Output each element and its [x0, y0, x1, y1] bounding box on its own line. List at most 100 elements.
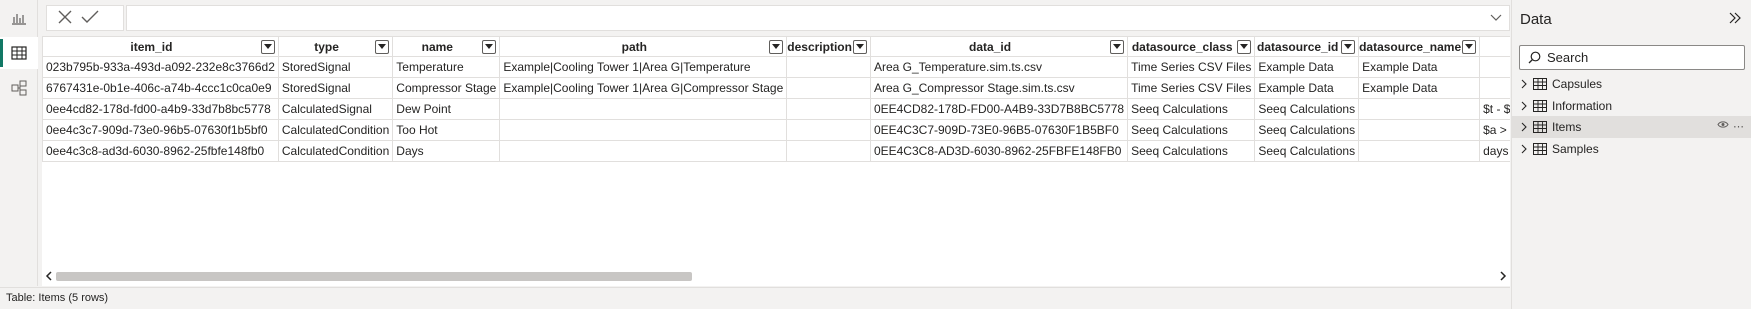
- table-cell[interactable]: CalculatedCondition: [277, 140, 394, 162]
- field-list-item-items[interactable]: Items ⋯: [1512, 116, 1751, 138]
- table-cell[interactable]: Time Series CSV Files: [1127, 77, 1256, 99]
- table-cell[interactable]: [1358, 119, 1481, 141]
- data-pane: Data Capsules Information Items ⋯ Samples: [1511, 0, 1751, 309]
- table-cell[interactable]: [1479, 56, 1510, 78]
- table-cell[interactable]: Temperature: [392, 56, 501, 78]
- column-header[interactable]: name: [392, 36, 501, 57]
- scroll-right-icon[interactable]: [1498, 270, 1508, 285]
- table-cell[interactable]: 0ee4c3c7-909d-73e0-96b5-07630f1b5bf0: [42, 119, 279, 141]
- table-cell[interactable]: CalculatedSignal: [277, 98, 394, 120]
- scrollbar-thumb[interactable]: [56, 272, 692, 281]
- table-cell[interactable]: Seeq Calculations: [1254, 98, 1360, 120]
- table-cell[interactable]: Area G_Compressor Stage.sim.ts.csv: [869, 77, 1129, 99]
- table-cell[interactable]: Days: [392, 140, 501, 162]
- table-cell[interactable]: [786, 98, 871, 120]
- table-cell[interactable]: Example|Cooling Tower 1|Area G|Temperatu…: [499, 56, 788, 78]
- field-list-item-capsules[interactable]: Capsules: [1512, 73, 1751, 95]
- table-cell[interactable]: [786, 56, 871, 78]
- visibility-eye-icon[interactable]: [1717, 120, 1729, 133]
- table-cell[interactable]: 0ee4c3c8-ad3d-6030-8962-25fbfe148fb0: [42, 140, 279, 162]
- table-cell[interactable]: Seeq Calculations: [1254, 119, 1360, 141]
- table-cell[interactable]: Time Series CSV Files: [1127, 56, 1256, 78]
- table-cell[interactable]: Example Data: [1254, 77, 1360, 99]
- column-header[interactable]: datasource_name: [1358, 36, 1481, 57]
- data-grid: item_id type name path description data_id dat…: [42, 36, 1510, 286]
- table-cell[interactable]: Example Data: [1254, 56, 1360, 78]
- horizontal-scrollbar[interactable]: [42, 268, 1510, 284]
- table-cell[interactable]: [1479, 77, 1510, 99]
- table-cell[interactable]: Example Data: [1358, 56, 1481, 78]
- filter-dropdown-icon[interactable]: [1237, 40, 1252, 54]
- table-cell[interactable]: 0EE4C3C8-AD3D-6030-8962-25FBFE148FB0: [869, 140, 1129, 162]
- filter-dropdown-icon[interactable]: [852, 40, 867, 54]
- table-cell[interactable]: [499, 140, 788, 162]
- chevron-right-icon[interactable]: [1515, 101, 1533, 111]
- filter-dropdown-icon[interactable]: [1462, 40, 1477, 54]
- table-cell[interactable]: $t - $: [1479, 98, 1510, 120]
- table-cell[interactable]: Seeq Calculations: [1127, 140, 1256, 162]
- table-cell[interactable]: Example Data: [1358, 77, 1481, 99]
- table-cell[interactable]: Seeq Calculations: [1254, 140, 1360, 162]
- table-cell[interactable]: Too Hot: [392, 119, 501, 141]
- table-icon: [1533, 143, 1547, 155]
- column-header[interactable]: datasource_id: [1254, 36, 1360, 57]
- column-header[interactable]: item_id: [42, 36, 279, 57]
- filter-dropdown-icon[interactable]: [1341, 40, 1356, 54]
- table-cell[interactable]: days: [1479, 140, 1510, 162]
- filter-dropdown-icon[interactable]: [1110, 40, 1125, 54]
- table-cell[interactable]: 0ee4cd82-178d-fd00-a4b9-33d7b8bc5778: [42, 98, 279, 120]
- table-cell[interactable]: Dew Point: [392, 98, 501, 120]
- commit-check-icon[interactable]: [81, 9, 99, 28]
- table-cell[interactable]: 0EE4C3C7-909D-73E0-96B5-07630F1B5BF0: [869, 119, 1129, 141]
- column-header[interactable]: [1479, 36, 1510, 57]
- search-input[interactable]: [1547, 50, 1737, 65]
- formula-input[interactable]: [126, 5, 1510, 31]
- table-cell[interactable]: Seeq Calculations: [1127, 119, 1256, 141]
- more-options-icon[interactable]: ⋯: [1733, 120, 1744, 133]
- table-cell[interactable]: 023b795b-933a-493d-a092-232e8c3766d2: [42, 56, 279, 78]
- filter-dropdown-icon[interactable]: [769, 40, 784, 54]
- table-cell[interactable]: [1358, 140, 1481, 162]
- table-cell[interactable]: [786, 119, 871, 141]
- table-cell[interactable]: CalculatedCondition: [277, 119, 394, 141]
- column-header[interactable]: description: [786, 36, 871, 57]
- column-header[interactable]: data_id: [869, 36, 1129, 57]
- column-header-label: path: [621, 39, 647, 54]
- field-list-item-information[interactable]: Information: [1512, 95, 1751, 117]
- scroll-left-icon[interactable]: [44, 270, 54, 285]
- table-cell[interactable]: Seeq Calculations: [1127, 98, 1256, 120]
- cancel-icon[interactable]: [57, 9, 73, 28]
- filter-dropdown-icon[interactable]: [375, 40, 390, 54]
- table-cell[interactable]: 6767431e-0b1e-406c-a74b-4ccc1c0ca0e9: [42, 77, 279, 99]
- table-cell[interactable]: [499, 119, 788, 141]
- column-header[interactable]: datasource_class: [1127, 36, 1256, 57]
- table-cell[interactable]: [786, 140, 871, 162]
- table-view-button[interactable]: [0, 37, 38, 69]
- table-cell[interactable]: [499, 98, 788, 120]
- table-cell[interactable]: [786, 77, 871, 99]
- table-cell[interactable]: StoredSignal: [277, 56, 394, 78]
- table-cell[interactable]: Example|Cooling Tower 1|Area G|Compresso…: [499, 77, 788, 99]
- chevron-right-icon[interactable]: [1515, 144, 1533, 154]
- model-view-button[interactable]: [0, 72, 38, 104]
- table-cell[interactable]: $a >: [1479, 119, 1510, 141]
- column-header-label: type: [314, 39, 339, 54]
- chevron-right-icon[interactable]: [1515, 122, 1533, 132]
- column-header[interactable]: path: [499, 36, 788, 57]
- report-view-button[interactable]: [0, 2, 38, 34]
- filter-dropdown-icon[interactable]: [260, 40, 275, 54]
- table-cell[interactable]: StoredSignal: [277, 77, 394, 99]
- collapse-pane-icon[interactable]: [1729, 12, 1741, 27]
- view-rail: [0, 0, 38, 286]
- expand-chevron-down-icon[interactable]: [1489, 10, 1503, 27]
- table-cell[interactable]: Area G_Temperature.sim.ts.csv: [869, 56, 1129, 78]
- table-cell[interactable]: 0EE4CD82-178D-FD00-A4B9-33D7B8BC5778: [869, 98, 1129, 120]
- column-header[interactable]: type: [277, 36, 394, 57]
- field-list-item-samples[interactable]: Samples: [1512, 138, 1751, 160]
- filter-dropdown-icon[interactable]: [482, 40, 497, 54]
- table-cell[interactable]: Compressor Stage: [392, 77, 501, 99]
- chevron-right-icon[interactable]: [1515, 79, 1533, 89]
- table-cell[interactable]: [1358, 98, 1481, 120]
- search-box[interactable]: [1519, 45, 1745, 70]
- status-bar: Table: Items (5 rows): [0, 287, 1510, 309]
